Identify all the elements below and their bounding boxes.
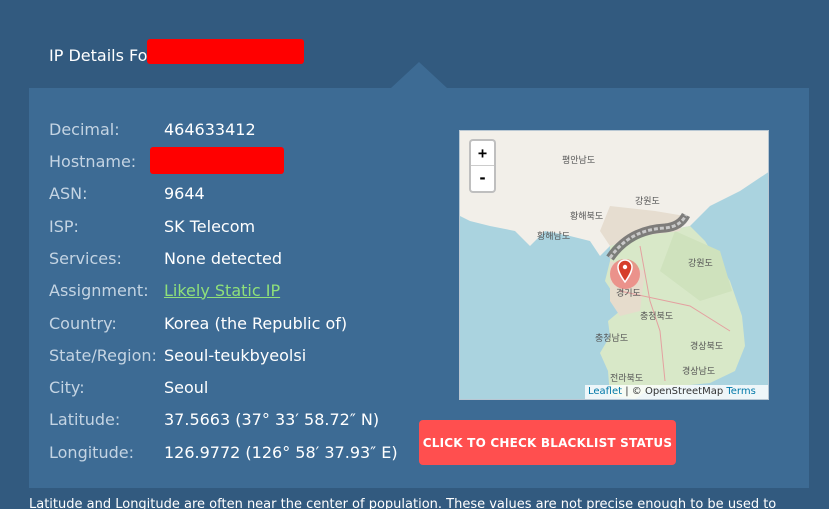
detail-label: Assignment: [49,280,149,300]
detail-row-asn: ASN: 9644 [49,180,205,206]
detail-label: Hostname: [49,151,137,171]
svg-text:황해북도: 황해북도 [570,211,603,222]
panel-caret [391,62,447,88]
svg-text:강원도: 강원도 [635,196,660,207]
detail-row-hostname: Hostname: [49,148,164,174]
detail-label: ASN: [49,183,88,203]
leaflet-link[interactable]: Leaflet [588,386,622,397]
detail-value: SK Telecom [164,216,256,236]
location-map[interactable]: 평안남도 강원도 황해북도 황해남도 경기도 강원도 충청북도 충청남도 경상북… [459,130,769,400]
svg-text:평안남도: 평안남도 [562,155,595,166]
attribution-text: | © OpenStreetMap [622,386,727,397]
check-blacklist-button[interactable]: CLICK TO CHECK BLACKLIST STATUS [419,420,676,465]
detail-label: City: [49,377,85,397]
svg-text:강원도: 강원도 [688,258,713,269]
svg-text:경상남도: 경상남도 [682,365,715,377]
detail-value: Seoul-teukbyeolsi [164,345,307,365]
detail-label: State/Region: [49,345,157,365]
detail-label: Services: [49,248,122,268]
terms-link[interactable]: Terms [726,386,755,397]
detail-row-assignment: Assignment: Likely Static IP [49,277,280,303]
map-zoom-control: + - [469,139,496,193]
svg-text:충청남도: 충청남도 [595,333,628,344]
page-title: IP Details Fo [49,46,148,65]
location-disclaimer: Latitude and Longitude are often near th… [29,497,777,509]
svg-text:황해남도: 황해남도 [537,231,570,242]
svg-text:전라북도: 전라북도 [610,373,643,384]
detail-row-latitude: Latitude: 37.5663 (37° 33′ 58.72″ N) [49,406,379,432]
detail-label: ISP: [49,216,79,236]
redacted-ip [147,39,304,64]
detail-value: 37.5663 (37° 33′ 58.72″ N) [164,409,380,429]
detail-row-country: Country: Korea (the Republic of) [49,310,347,336]
detail-label: Latitude: [49,409,121,429]
detail-row-services: Services: None detected [49,245,282,271]
zoom-in-button[interactable]: + [471,141,494,166]
detail-row-isp: ISP: SK Telecom [49,213,255,239]
detail-label: Country: [49,313,117,333]
detail-label: Longitude: [49,442,134,462]
detail-row-decimal: Decimal: 464633412 [49,116,256,142]
detail-value: 9644 [164,183,205,203]
map-tiles: 평안남도 강원도 황해북도 황해남도 경기도 강원도 충청북도 충청남도 경상북… [460,131,768,399]
detail-value: None detected [164,248,283,268]
detail-value: 464633412 [164,119,256,139]
detail-row-longitude: Longitude: 126.9772 (126° 58′ 37.93″ E) [49,439,398,465]
assignment-link[interactable]: Likely Static IP [164,281,280,300]
detail-value: Korea (the Republic of) [164,313,348,333]
detail-row-region: State/Region: Seoul-teukbyeolsi [49,342,306,368]
map-attribution: Leaflet | © OpenStreetMap Terms [585,385,768,399]
svg-text:경기도: 경기도 [616,287,641,299]
svg-text:충청북도: 충청북도 [640,311,673,322]
detail-value: 126.9772 (126° 58′ 37.93″ E) [164,442,398,462]
svg-text:경상북도: 경상북도 [690,340,723,352]
redacted-hostname [150,147,284,174]
detail-row-city: City: Seoul [49,374,208,400]
zoom-out-button[interactable]: - [471,166,494,191]
detail-label: Decimal: [49,119,120,139]
detail-value: Seoul [164,377,209,397]
